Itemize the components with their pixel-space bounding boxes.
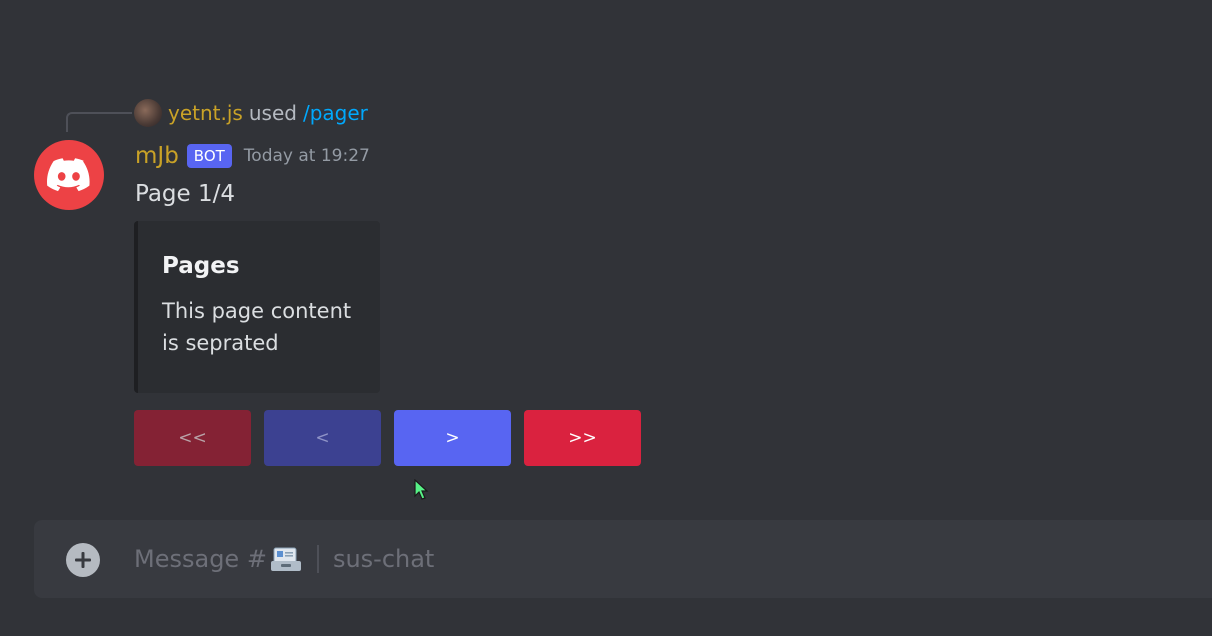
chat-area: yetnt.js used /pager mJb BOT Today at 19… [0, 0, 1212, 636]
message-content: Page 1/4 [135, 181, 236, 207]
card-file-box-icon [270, 547, 301, 571]
embed-description-line: This page content [162, 299, 352, 323]
input-placeholder-prefix: Message # [134, 545, 267, 573]
reply-used-text: used [248, 101, 297, 125]
reply-username[interactable]: yetnt.js [168, 101, 243, 125]
message-timestamp[interactable]: Today at 19:27 [244, 146, 370, 166]
previous-page-button[interactable]: < [264, 410, 381, 466]
embed-description: This page content is seprated [162, 295, 356, 359]
reply-spine [66, 112, 132, 132]
add-attachment-button[interactable] [66, 543, 100, 577]
embed: Pages This page content is seprated [134, 221, 380, 393]
pager-buttons: << < > >> [134, 410, 641, 466]
bot-avatar[interactable] [34, 140, 104, 210]
last-page-button[interactable]: >> [524, 410, 641, 466]
next-page-button[interactable]: > [394, 410, 511, 466]
reply-avatar[interactable] [134, 99, 162, 127]
first-page-button[interactable]: << [134, 410, 251, 466]
reply-command[interactable]: /pager [303, 101, 368, 125]
input-divider [316, 545, 319, 573]
message-username[interactable]: mJb [135, 143, 179, 169]
message-input[interactable]: Message # sus-chat [134, 537, 1134, 581]
reply-context[interactable]: yetnt.js used /pager [134, 97, 368, 129]
mouse-pointer-icon [414, 479, 429, 500]
discord-logo-icon [47, 158, 90, 192]
message-header: mJb BOT Today at 19:27 [135, 140, 370, 172]
bot-tag: BOT [186, 144, 232, 168]
embed-title: Pages [162, 253, 240, 279]
input-placeholder-channel: sus-chat [332, 545, 435, 573]
message-input-bar: Message # sus-chat [34, 520, 1212, 598]
plus-circle-icon [75, 552, 91, 568]
embed-description-line: is seprated [162, 331, 279, 355]
